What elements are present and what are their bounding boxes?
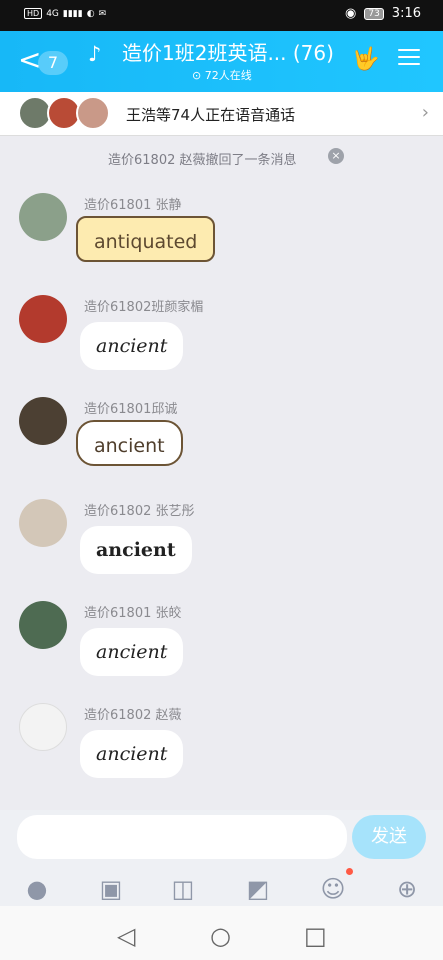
avatar[interactable]	[19, 499, 67, 547]
system-message: 造价61802 赵薇撤回了一条消息	[108, 153, 297, 168]
battery-indicator: 73	[364, 7, 384, 20]
menu-icon[interactable]	[398, 49, 420, 67]
avatar[interactable]	[19, 397, 67, 445]
navigation-bar: ◁ ○ □	[0, 906, 443, 960]
status-app-icon: ◐	[86, 8, 95, 19]
voice-avatar-3	[76, 96, 110, 130]
status-bar: HD 4G ▮▮▮▮ ◐ ✉ ◉ 73 3:16	[0, 0, 443, 31]
unread-count-badge[interactable]: 7	[38, 51, 68, 75]
close-icon[interactable]: ×	[328, 148, 344, 164]
avatar[interactable]	[19, 601, 67, 649]
ear-icon[interactable]: ♪	[88, 42, 101, 66]
back-nav-icon[interactable]: ◁	[117, 922, 135, 950]
sender-name: 造价61801 张静	[84, 198, 182, 213]
avatar[interactable]	[19, 295, 67, 343]
voice-call-text: 王浩等74人正在语音通话	[126, 106, 296, 124]
chevron-right-icon[interactable]: ›	[422, 102, 429, 123]
message-bubble[interactable]: ancient	[80, 628, 184, 676]
signal-icon: ▮▮▮▮	[62, 8, 83, 19]
message-row: 造价61802班颜家楣 ancient	[0, 295, 443, 395]
home-nav-icon[interactable]: ○	[210, 922, 231, 950]
send-button[interactable]: 发送	[352, 815, 426, 859]
status-left: HD 4G ▮▮▮▮ ◐ ✉	[24, 8, 106, 19]
composer: 发送 ● ▣ ◫ ◩ ☺ ⊕	[0, 810, 443, 906]
sender-name: 造价61802班颜家楣	[84, 300, 204, 315]
message-bubble[interactable]: ancient	[80, 322, 184, 370]
clock: 3:16	[391, 6, 421, 21]
camera-icon[interactable]: ◫	[168, 874, 198, 904]
message-icon: ✉	[98, 8, 107, 19]
message-row: 造价61802 赵薇 ancient	[0, 703, 443, 803]
hd-indicator: HD	[24, 8, 43, 19]
voice-call-bar[interactable]: 王浩等74人正在语音通话 ›	[0, 92, 443, 136]
message-input[interactable]	[17, 815, 347, 859]
message-bubble[interactable]: ancient	[76, 420, 183, 466]
online-count: ⊙ 72人在线	[192, 69, 252, 82]
eye-icon: ◉	[345, 6, 357, 21]
red-packet-icon[interactable]: ◩	[243, 874, 273, 904]
chat-title[interactable]: 造价1班2班英语... (76)	[122, 41, 337, 65]
avatar[interactable]	[19, 193, 67, 241]
message-row: 造价61802 张艺彤 ancient	[0, 499, 443, 599]
avatar[interactable]	[19, 703, 67, 751]
message-row: 造价61801邱诚 ancient	[0, 397, 443, 497]
microphone-icon[interactable]: ●	[22, 874, 52, 904]
message-bubble[interactable]: ancient	[80, 730, 184, 778]
message-bubble[interactable]: antiquated	[76, 216, 216, 262]
message-row: 造价61801 张皎 ancient	[0, 601, 443, 701]
sender-name: 造价61802 赵薇	[84, 708, 182, 723]
hand-gesture-icon[interactable]: 🤟	[352, 47, 379, 72]
notification-dot	[346, 868, 353, 875]
sender-name: 造价61801邱诚	[84, 402, 178, 417]
sender-name: 造价61801 张皎	[84, 606, 182, 621]
sender-name: 造价61802 张艺彤	[84, 504, 195, 519]
plus-icon[interactable]: ⊕	[392, 874, 422, 904]
status-right: ◉ 73 3:16	[345, 6, 421, 21]
network-indicator: 4G	[46, 8, 59, 19]
image-icon[interactable]: ▣	[96, 874, 126, 904]
recent-nav-icon[interactable]: □	[304, 922, 327, 950]
message-bubble[interactable]: ancient	[80, 526, 192, 574]
chat-header: < 7 ♪ 造价1班2班英语... (76) ⊙ 72人在线 🤟	[0, 31, 443, 92]
message-row: 造价61801 张静 antiquated	[0, 193, 443, 293]
emoji-icon[interactable]: ☺	[318, 874, 348, 904]
